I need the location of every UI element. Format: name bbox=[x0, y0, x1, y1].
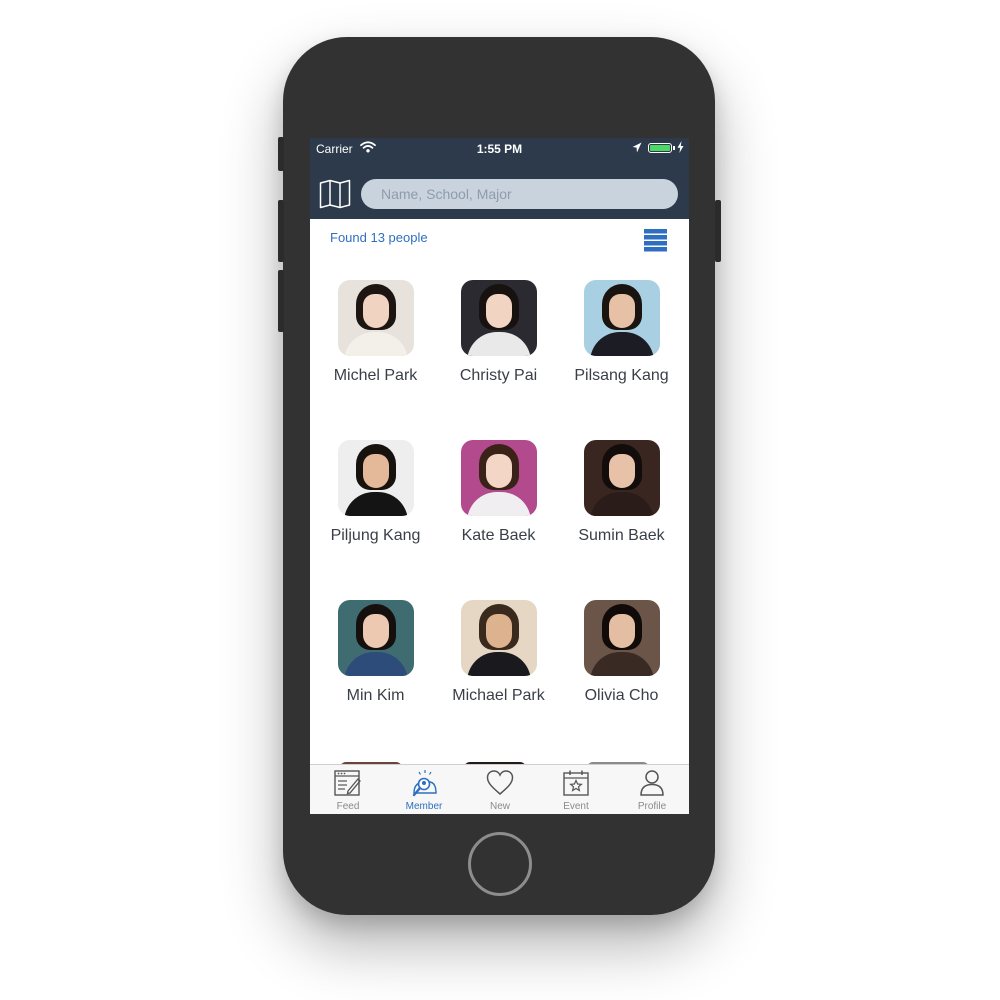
tab-label: Event bbox=[563, 801, 589, 812]
member-card[interactable]: Christy Pai bbox=[437, 280, 560, 420]
power-button bbox=[715, 200, 721, 262]
volume-up-button bbox=[278, 200, 284, 262]
search-input[interactable] bbox=[361, 179, 678, 209]
member-avatar bbox=[461, 280, 537, 356]
tab-member[interactable]: Member bbox=[386, 765, 462, 814]
member-name: Olivia Cho bbox=[584, 687, 659, 704]
member-card[interactable]: Piljung Kang bbox=[314, 440, 437, 580]
charging-bolt-icon bbox=[677, 141, 684, 156]
member-name: Michel Park bbox=[333, 367, 418, 384]
tab-label: Profile bbox=[637, 801, 667, 812]
member-name: Michael Park bbox=[452, 687, 545, 704]
member-name: Pilsang Kang bbox=[574, 367, 669, 384]
member-avatar bbox=[584, 440, 660, 516]
member-avatar bbox=[338, 600, 414, 676]
tab-bar: Feed Member New Event Profile bbox=[310, 764, 689, 814]
app-screen: Carrier 1:55 PM Name, School, Major Foun… bbox=[310, 138, 689, 814]
tab-label: Member bbox=[405, 801, 443, 812]
tab-label: Feed bbox=[336, 801, 360, 812]
member-avatar bbox=[461, 600, 537, 676]
status-bar: Carrier 1:55 PM bbox=[310, 138, 689, 160]
member-card[interactable]: Sumin Baek bbox=[560, 440, 683, 580]
member-card[interactable]: Olivia Cho bbox=[560, 600, 683, 740]
list-view-icon[interactable] bbox=[644, 229, 667, 257]
member-name: Piljung Kang bbox=[330, 527, 421, 544]
member-card[interactable]: Kate Baek bbox=[437, 440, 560, 580]
location-arrow-icon bbox=[632, 142, 642, 156]
results-count: Found 13 people bbox=[330, 230, 428, 245]
battery-icon bbox=[648, 143, 672, 153]
member-name: Sumin Baek bbox=[578, 527, 665, 544]
battery-tip bbox=[673, 146, 675, 150]
member-avatar bbox=[338, 440, 414, 516]
member-name: Kate Baek bbox=[461, 527, 536, 544]
tab-label: New bbox=[489, 801, 510, 812]
home-button[interactable] bbox=[468, 832, 532, 896]
member-card[interactable]: Pilsang Kang bbox=[560, 280, 683, 420]
member-avatar bbox=[584, 280, 660, 356]
silent-switch bbox=[278, 137, 284, 171]
member-name: Christy Pai bbox=[459, 367, 538, 384]
tab-event[interactable]: Event bbox=[538, 765, 614, 814]
tab-feed[interactable]: Feed bbox=[310, 765, 386, 814]
tab-profile[interactable]: Profile bbox=[614, 765, 689, 814]
member-card[interactable]: Min Kim bbox=[314, 600, 437, 740]
map-icon[interactable] bbox=[319, 179, 351, 214]
volume-down-button bbox=[278, 270, 284, 332]
app-header: Carrier 1:55 PM bbox=[310, 138, 689, 219]
member-avatar bbox=[461, 440, 537, 516]
member-name: Min Kim bbox=[346, 687, 405, 704]
member-card[interactable]: Michael Park bbox=[437, 600, 560, 740]
tab-new[interactable]: New bbox=[462, 765, 538, 814]
battery-level bbox=[650, 145, 670, 151]
member-card[interactable]: Michel Park bbox=[314, 280, 437, 420]
member-avatar bbox=[584, 600, 660, 676]
member-avatar bbox=[338, 280, 414, 356]
